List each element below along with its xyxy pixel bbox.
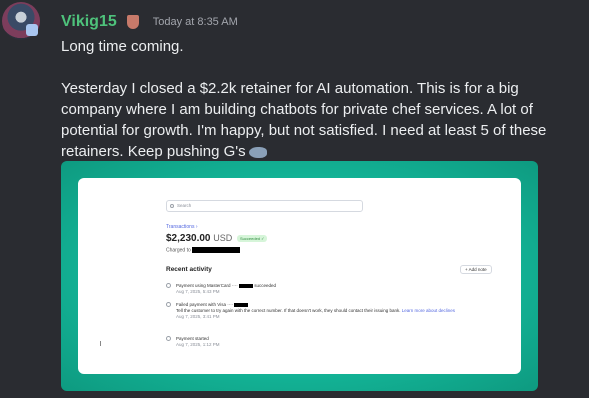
stripe-payment-card: Search Transactions › $2,230.00 USD Succ… — [78, 178, 521, 374]
amount-currency: USD — [213, 233, 233, 243]
activity-detail: Tell the customer to try again with the … — [176, 308, 401, 313]
redacted-block — [234, 302, 249, 307]
image-attachment[interactable]: Search Transactions › $2,230.00 USD Succ… — [61, 161, 538, 391]
breadcrumb: Transactions › — [166, 224, 198, 230]
activity-item: Payment started Aug 7, 2025, 1:12 PM — [166, 336, 486, 348]
robot-icon — [26, 24, 38, 36]
message-line-1: Long time coming. — [61, 38, 184, 55]
learn-more-link: Learn more about declines — [401, 308, 456, 313]
message-header: Vikig15 Today at 8:35 AM — [61, 13, 238, 31]
activity-time: Aug 7, 2025, 1:12 PM — [176, 342, 220, 347]
text-cursor — [100, 341, 101, 346]
search-input: Search — [166, 200, 363, 212]
activity-text: Payment started — [176, 336, 209, 341]
search-placeholder: Search — [177, 203, 192, 208]
activity-time: Aug 7, 2025, 5:43 PM — [176, 289, 220, 294]
charged-label: Charged to — [166, 247, 191, 254]
activity-item: Failed payment with Visa ···· Tell the c… — [166, 302, 486, 320]
shark-emoji-icon — [248, 146, 267, 158]
status-badge: Succeeded ✓ — [237, 235, 268, 242]
redacted-block — [192, 247, 241, 253]
message-line-2: Yesterday I closed a $2.2k retainer for … — [61, 80, 551, 160]
check-icon — [166, 283, 171, 288]
activity-suffix: succeeded — [253, 283, 277, 288]
avatar[interactable] — [2, 2, 40, 40]
activity-item: Payment using MasterCard ···· succeeded … — [166, 283, 486, 295]
amount-value: $2,230.00 — [166, 233, 211, 244]
recent-activity-title: Recent activity — [166, 266, 212, 273]
activity-time: Aug 7, 2025, 3:41 PM — [176, 314, 220, 319]
message-timestamp: Today at 8:35 AM — [152, 16, 238, 28]
add-note-button: + Add note — [460, 265, 492, 274]
message-content: Long time coming. Yesterday I closed a $… — [61, 36, 581, 162]
payment-amount: $2,230.00 USD — [166, 233, 232, 244]
activity-text: Failed payment with Visa ···· — [176, 302, 235, 307]
role-badge-icon[interactable] — [126, 15, 139, 29]
username[interactable]: Vikig15 — [61, 13, 117, 31]
redacted-block — [239, 283, 254, 288]
clock-icon — [166, 336, 171, 341]
activity-text: Payment using MasterCard ···· — [176, 283, 240, 288]
search-icon — [170, 204, 174, 208]
charged-to: Charged to — [166, 247, 241, 254]
x-icon — [166, 302, 171, 307]
